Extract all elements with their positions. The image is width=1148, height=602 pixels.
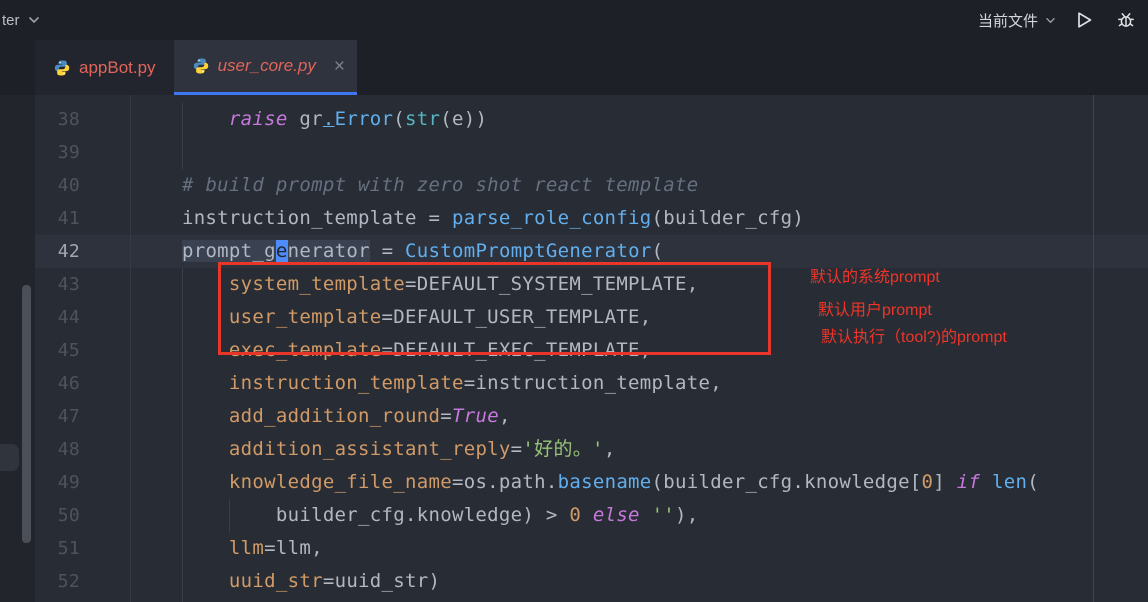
code-line[interactable]: 49 knowledge_file_name=os.path.basename(…: [35, 466, 1148, 499]
editor-tab-bar: appBot.py user_core.py ×: [0, 40, 1148, 95]
left-scrollbar-thumb[interactable]: [22, 285, 31, 543]
python-file-icon: [53, 59, 71, 77]
annotation-note: 默认执行（tool?)的prompt: [821, 329, 1007, 346]
code-text: # build prompt with zero shot react temp…: [181, 174, 699, 196]
collapsed-tool-window-handle[interactable]: [0, 444, 19, 471]
annotation-highlight-box: [218, 262, 771, 355]
tab-appbot-py[interactable]: appBot.py: [35, 40, 174, 95]
bug-icon: [1116, 10, 1136, 30]
line-number[interactable]: 41: [35, 202, 130, 235]
python-file-icon: [192, 57, 210, 75]
code-text: instruction_template=instruction_templat…: [228, 372, 722, 394]
code-text: raise gr.Error(str(e)): [228, 108, 488, 130]
line-number[interactable]: 45: [35, 334, 130, 367]
code-text: uuid_str=uuid_str): [228, 570, 441, 592]
play-icon: [1074, 10, 1094, 30]
line-number[interactable]: 46: [35, 367, 130, 400]
code-line[interactable]: 39: [35, 136, 1148, 169]
code-line[interactable]: 50 builder_cfg.knowledge) > 0 else ''),: [35, 499, 1148, 532]
ide-window: ter 当前文件 appBot.py user_core.py × 38 rai…: [0, 0, 1148, 602]
annotation-note: 默认的系统prompt: [810, 269, 940, 286]
annotation-note: 默认用户prompt: [818, 302, 932, 319]
chevron-down-icon: [1045, 17, 1056, 24]
line-number[interactable]: 38: [35, 103, 130, 136]
indent-guide: [182, 268, 183, 602]
code-line[interactable]: 51 llm=llm,: [35, 532, 1148, 565]
line-number[interactable]: 39: [35, 136, 130, 169]
line-number[interactable]: 40: [35, 169, 130, 202]
line-number[interactable]: 52: [35, 565, 130, 598]
line-number[interactable]: 50: [35, 499, 130, 532]
code-text: builder_cfg.knowledge) > 0 else ''),: [135, 504, 699, 526]
chevron-down-icon: [28, 16, 40, 24]
right-margin-guide: [1093, 95, 1094, 602]
run-button[interactable]: [1070, 6, 1098, 34]
code-line[interactable]: 40 # build prompt with zero shot react t…: [35, 169, 1148, 202]
gutter-divider: [130, 95, 131, 602]
run-configuration-label: 当前文件: [977, 12, 1038, 30]
line-number[interactable]: 49: [35, 466, 130, 499]
code-text: add_addition_round=True,: [228, 405, 511, 427]
tab-user-core-py[interactable]: user_core.py ×: [173, 40, 357, 95]
code-line[interactable]: 38 raise gr.Error(str(e)): [35, 103, 1148, 136]
line-number[interactable]: 51: [35, 532, 130, 565]
indent-guide: [182, 103, 183, 169]
code-line[interactable]: 41 instruction_template = parse_role_con…: [35, 202, 1148, 235]
line-number[interactable]: 47: [35, 400, 130, 433]
code-line[interactable]: 52 uuid_str=uuid_str): [35, 565, 1148, 598]
close-icon[interactable]: ×: [334, 57, 345, 76]
tab-label: appBot.py: [79, 57, 156, 77]
code-line[interactable]: 46 instruction_template=instruction_temp…: [35, 367, 1148, 400]
tab-label: user_core.py: [217, 56, 316, 75]
debug-button[interactable]: [1112, 6, 1140, 34]
project-selector-label: ter: [2, 11, 20, 29]
indent-guide: [229, 499, 230, 532]
line-number[interactable]: 43: [35, 268, 130, 301]
run-configuration-selector[interactable]: 当前文件: [978, 10, 1056, 31]
code-text: llm=llm,: [228, 537, 323, 559]
code-text: knowledge_file_name=os.path.basename(bui…: [228, 471, 1039, 493]
code-line[interactable]: 47 add_addition_round=True,: [35, 400, 1148, 433]
line-number[interactable]: 44: [35, 301, 130, 334]
line-number[interactable]: 42: [35, 235, 130, 268]
project-selector[interactable]: ter: [0, 12, 40, 29]
code-text: addition_assistant_reply='好的。',: [228, 438, 616, 460]
main-toolbar: ter 当前文件: [0, 0, 1148, 40]
line-number[interactable]: 48: [35, 433, 130, 466]
tabbar-spacer: [0, 40, 35, 95]
code-line[interactable]: 48 addition_assistant_reply='好的。',: [35, 433, 1148, 466]
code-text: instruction_template = parse_role_config…: [135, 207, 805, 229]
